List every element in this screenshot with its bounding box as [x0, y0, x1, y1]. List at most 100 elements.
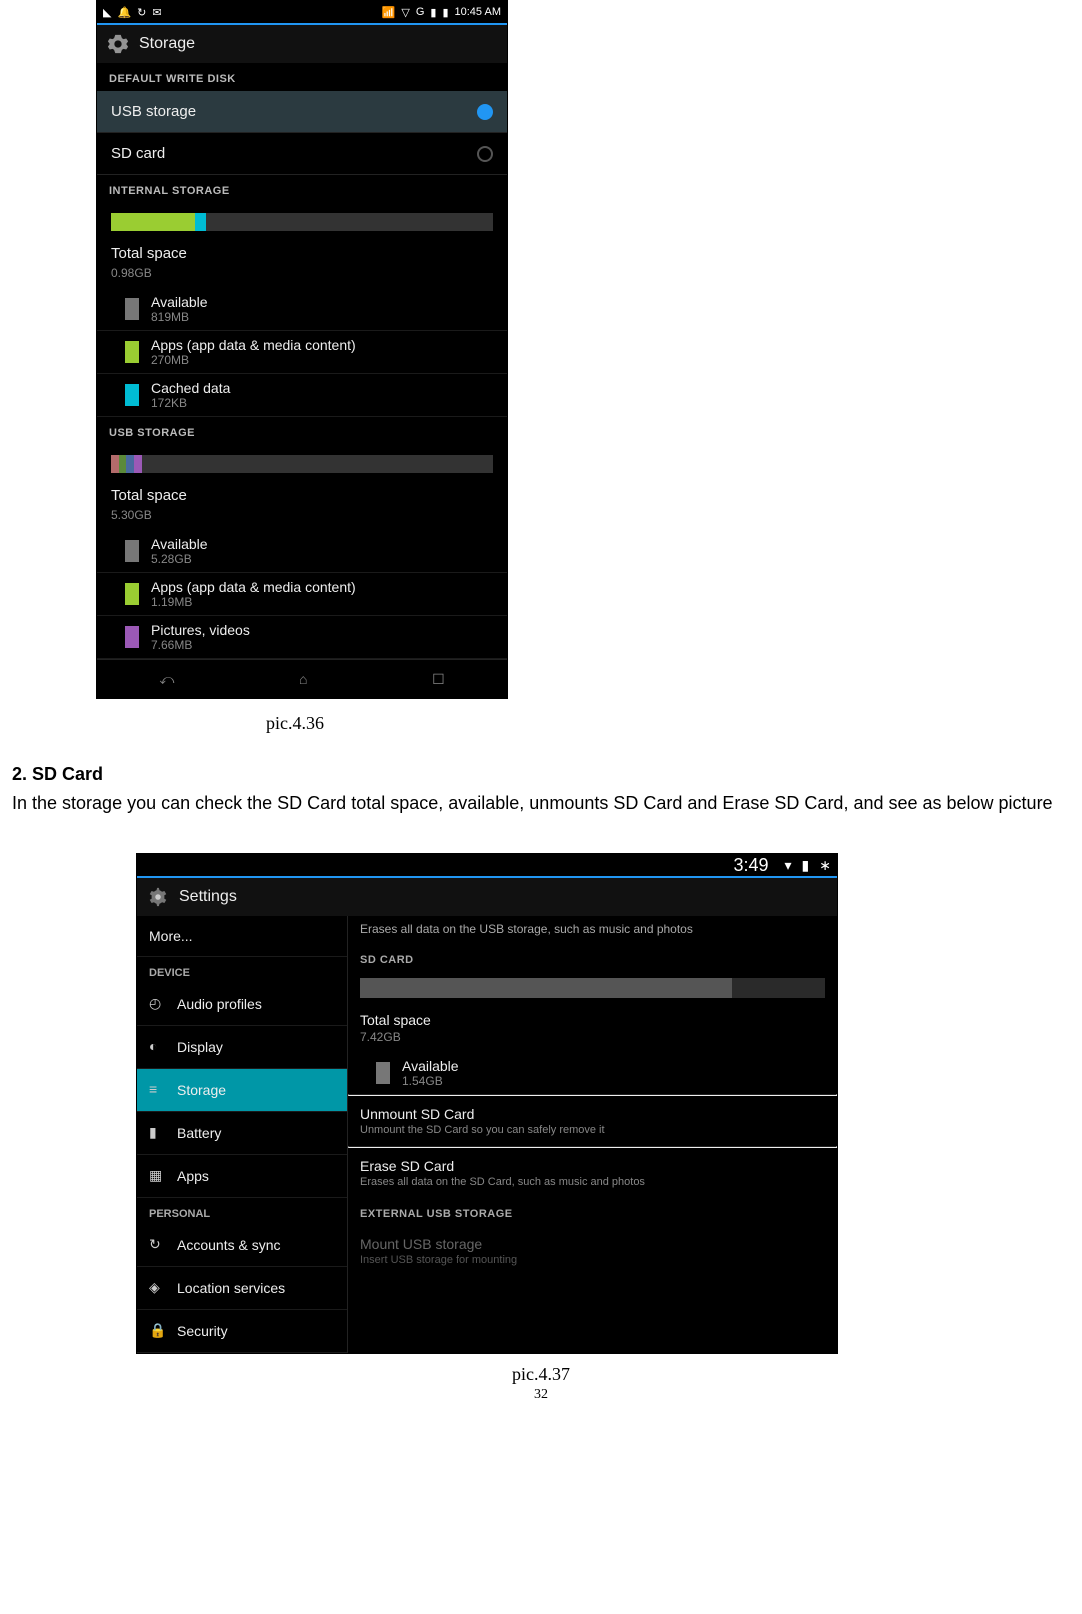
stat-label: Available: [151, 294, 208, 310]
sidebar-item-storage[interactable]: ≡ Storage: [137, 1069, 347, 1112]
stat-value: 1.19MB: [151, 595, 356, 609]
apps-icon: ▦: [149, 1167, 167, 1185]
sidebar-item-sync[interactable]: ↻Accounts & sync: [137, 1224, 347, 1267]
status-bar: ◣ 🔔 ↻ ✉ 📶 ▽ G ▮ ▮ 10:45 AM: [97, 1, 507, 25]
app-title: Storage: [139, 35, 195, 53]
wifi-icon: ▾: [785, 857, 792, 874]
usb-total-label: Total space: [97, 481, 507, 508]
bluetooth-icon: ∗: [819, 857, 831, 874]
cell-signal-icon: ▮: [430, 6, 436, 19]
sd-available-value: 1.54GB: [402, 1074, 459, 1088]
lock-icon: 🔒: [149, 1322, 167, 1340]
sidebar-item-more[interactable]: More...: [137, 916, 347, 957]
sidebar-item-battery[interactable]: ▮Battery: [137, 1112, 347, 1155]
swatch-icon: [125, 298, 139, 320]
sidebar-item-display[interactable]: ◐ Display: [137, 1026, 347, 1069]
sd-total-label: Total space: [348, 1006, 837, 1030]
swatch-icon: [125, 583, 139, 605]
radio-sd-label: SD card: [111, 145, 165, 162]
unmount-sd-title[interactable]: Unmount SD Card: [348, 1096, 837, 1124]
sidebar-item-label: Apps: [177, 1168, 209, 1184]
stat-value: 172KB: [151, 396, 230, 410]
sidebar-header-personal: PERSONAL: [137, 1198, 347, 1224]
mount-usb-desc: Insert USB storage for mounting: [348, 1254, 837, 1276]
refresh-icon: ↻: [137, 6, 146, 19]
message-icon: ✉: [152, 6, 161, 19]
storage-stat-row[interactable]: Cached data172KB: [97, 374, 507, 417]
app-header: Settings: [137, 878, 837, 916]
gear-icon: [107, 33, 129, 55]
section-default-write-disk: DEFAULT WRITE DISK: [97, 63, 507, 91]
sd-total-value: 7.42GB: [348, 1030, 837, 1052]
status-time: 3:49: [733, 855, 768, 876]
radio-on-icon: [477, 104, 493, 120]
radio-usb-storage[interactable]: USB storage: [97, 91, 507, 133]
stat-value: 5.28GB: [151, 552, 208, 566]
internal-usage-bar: [97, 203, 507, 239]
figure-caption-1: pic.4.36: [6, 713, 1076, 734]
external-usb-header: EXTERNAL USB STORAGE: [348, 1198, 837, 1226]
nav-triangle-icon: ◣: [103, 6, 111, 19]
storage-stat-row[interactable]: Available819MB: [97, 288, 507, 331]
erase-sd-title[interactable]: Erase SD Card: [348, 1148, 837, 1176]
usb-usage-bar: [97, 445, 507, 481]
swatch-icon: [376, 1062, 390, 1084]
body-paragraph: In the storage you can check the SD Card…: [12, 791, 1070, 815]
wifi-icon: ▽: [401, 6, 409, 19]
stat-label: Apps (app data & media content): [151, 337, 356, 353]
storage-stat-row[interactable]: Available5.28GB: [97, 530, 507, 573]
page-number: 32: [6, 1387, 1076, 1403]
sidebar-item-label: Security: [177, 1323, 228, 1339]
sd-usage-bar: [360, 978, 825, 998]
erase-usb-desc: Erases all data on the USB storage, such…: [348, 916, 837, 944]
sidebar-item-location[interactable]: ◈Location services: [137, 1267, 347, 1310]
radio-sd-card[interactable]: SD card: [97, 133, 507, 175]
stat-label: Cached data: [151, 380, 230, 396]
back-icon[interactable]: ⤺: [159, 671, 174, 688]
swatch-icon: [125, 341, 139, 363]
sidebar-item-label: Audio profiles: [177, 996, 262, 1012]
figure-caption-2: pic.4.37: [6, 1364, 1076, 1385]
bell-icon: 🔔: [117, 6, 131, 19]
stat-value: 7.66MB: [151, 638, 250, 652]
battery-icon: ▮: [802, 857, 810, 874]
radio-off-icon: [477, 146, 493, 162]
storage-stat-row[interactable]: Apps (app data & media content)1.19MB: [97, 573, 507, 616]
sidebar-item-lock[interactable]: 🔒 Security: [137, 1310, 347, 1353]
usb-total-value: 5.30GB: [97, 508, 507, 530]
battery-icon: ▮: [442, 6, 448, 19]
nav-bar: ⤺ ⌂ ☐: [97, 659, 507, 698]
storage-stat-row[interactable]: Apps (app data & media content)270MB: [97, 331, 507, 374]
storage-stat-row[interactable]: Pictures, videos7.66MB: [97, 616, 507, 659]
sidebar-item-label: Display: [177, 1039, 223, 1055]
internal-total-value: 0.98GB: [97, 266, 507, 288]
status-time: 10:45 AM: [455, 6, 501, 18]
stat-label: Apps (app data & media content): [151, 579, 356, 595]
radio-usb-label: USB storage: [111, 103, 196, 120]
app-header: Storage: [97, 25, 507, 63]
app-title: Settings: [179, 888, 237, 906]
sidebar-item-apps[interactable]: ▦ Apps: [137, 1155, 347, 1198]
section-usb-storage: USB STORAGE: [97, 417, 507, 445]
audio-icon: ◴: [149, 995, 167, 1013]
battery-icon: ▮: [149, 1124, 167, 1142]
stat-label: Available: [151, 536, 208, 552]
sd-available-row[interactable]: Available 1.54GB: [348, 1052, 837, 1094]
swatch-icon: [125, 384, 139, 406]
settings-detail-pane: Erases all data on the USB storage, such…: [348, 916, 837, 1353]
screenshot-storage-phone: ◣ 🔔 ↻ ✉ 📶 ▽ G ▮ ▮ 10:45 AM Storage DEFAU…: [96, 0, 508, 699]
stat-label: Pictures, videos: [151, 622, 250, 638]
sidebar-item-label: Storage: [177, 1082, 226, 1098]
sidebar-item-audio[interactable]: ◴ Audio profiles: [137, 983, 347, 1026]
sidebar-more-label: More...: [149, 928, 193, 944]
storage-icon: ≡: [149, 1081, 167, 1099]
display-icon: ◐: [149, 1038, 167, 1056]
stat-value: 270MB: [151, 353, 356, 367]
sidebar-item-label: Accounts & sync: [177, 1237, 281, 1253]
sd-available-label: Available: [402, 1058, 459, 1074]
recents-icon[interactable]: ☐: [432, 671, 445, 688]
swatch-icon: [125, 540, 139, 562]
screenshot-settings-tablet: 3:49 ▾ ▮ ∗ Settings More... DEVICE ◴Audi…: [136, 853, 838, 1354]
swatch-icon: [125, 626, 139, 648]
home-icon[interactable]: ⌂: [299, 671, 307, 687]
